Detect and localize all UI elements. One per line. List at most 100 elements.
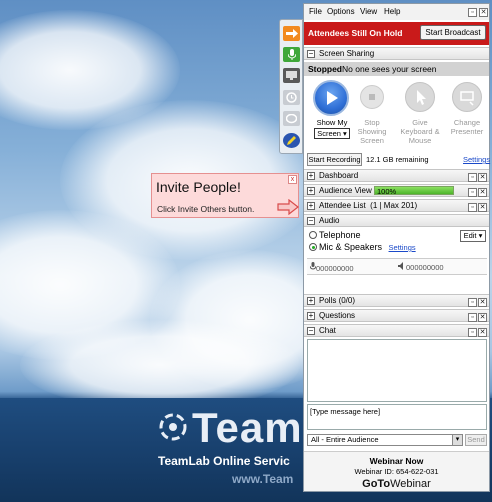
panel-footer: Webinar Now Webinar ID: 654-622-031 GoTo…	[304, 451, 489, 491]
microphone-button[interactable]	[283, 47, 300, 62]
webinar-name: Webinar Now	[369, 456, 424, 466]
menu-bar: File Options View Help ▫ ✕	[304, 4, 489, 20]
questions-header[interactable]: + Questions ▫ ✕	[304, 309, 489, 322]
expand-icon[interactable]: +	[307, 312, 315, 320]
expand-icon[interactable]: +	[307, 187, 315, 195]
popout-icon[interactable]: ▫	[468, 173, 477, 182]
attendee-list-title: Attendee List (1 | Max 201)	[319, 201, 417, 210]
screen-select[interactable]: Screen ▾	[314, 128, 350, 139]
expand-icon[interactable]: +	[307, 172, 315, 180]
close-icon[interactable]: ✕	[479, 8, 488, 17]
audio-header[interactable]: − Audio	[304, 214, 489, 227]
recording-settings-link[interactable]: Settings	[463, 155, 490, 164]
dashboard-header[interactable]: + Dashboard ▫ ✕	[304, 169, 489, 182]
expand-icon[interactable]: +	[307, 202, 315, 210]
invite-popup-close-button[interactable]: x	[288, 175, 297, 184]
polls-header[interactable]: + Polls (0/0) ▫ ✕	[304, 294, 489, 307]
screen-share-detail: No one sees your screen	[342, 64, 437, 74]
speech-bubble-icon	[286, 113, 297, 123]
arrow-right-icon	[285, 29, 298, 38]
close-icon[interactable]: ✕	[478, 298, 487, 307]
popout-icon[interactable]: ▫	[468, 188, 477, 197]
menu-view[interactable]: View	[360, 7, 377, 16]
speaker-icon	[398, 262, 403, 270]
chat-bubble-button[interactable]	[283, 111, 300, 126]
chat-header[interactable]: − Chat ▫ ✕	[304, 324, 489, 337]
popout-icon[interactable]: ▫	[468, 313, 477, 322]
stop-showing-label: Stop Showing Screen	[357, 118, 387, 145]
collapse-arrow-button[interactable]	[283, 26, 300, 41]
stop-icon	[369, 94, 375, 100]
control-toolbar	[279, 19, 303, 154]
collapse-icon[interactable]: −	[307, 50, 315, 58]
telephone-label: Telephone	[319, 230, 361, 240]
start-broadcast-button[interactable]: Start Broadcast	[420, 25, 486, 40]
webinar-id: Webinar ID: 654-622-031	[354, 467, 439, 476]
clock-icon	[286, 92, 297, 103]
menu-file[interactable]: File	[309, 7, 322, 16]
popout-icon[interactable]: ▫	[468, 203, 477, 212]
radio-mic-speakers[interactable]	[309, 243, 317, 251]
start-recording-button[interactable]: Start Recording	[307, 153, 362, 166]
mic-level: 000000000	[309, 262, 354, 273]
invite-popup-title: Invite People!	[156, 179, 241, 195]
play-icon	[327, 91, 338, 105]
speaker-level-value: 000000000	[406, 263, 444, 272]
collapse-icon[interactable]: −	[307, 217, 315, 225]
questions-title: Questions	[319, 311, 356, 320]
show-my-screen-button[interactable]	[313, 80, 349, 116]
telephone-option[interactable]: Telephone	[309, 230, 361, 240]
chat-audience-select[interactable]: All - Entire Audience ▾	[307, 434, 463, 446]
on-hold-banner: Attendees Still On Hold Start Broadcast	[304, 22, 489, 45]
mic-speakers-label: Mic & Speakers	[319, 242, 383, 252]
screen-button[interactable]	[283, 68, 300, 83]
expand-icon[interactable]: +	[307, 297, 315, 305]
teamlab-logo-icon	[159, 413, 187, 441]
attendee-count: (1 | Max 201)	[370, 201, 418, 210]
chat-message-input[interactable]: [Type message here]	[307, 404, 487, 430]
draw-button[interactable]	[283, 133, 300, 148]
screen-select-value: Screen	[317, 129, 341, 138]
close-icon[interactable]: ✕	[478, 173, 487, 182]
audio-title: Audio	[319, 216, 340, 225]
clock-button[interactable]	[283, 90, 300, 105]
presenter-icon	[460, 91, 474, 106]
show-my-label: Show My	[316, 118, 348, 127]
give-keyboard-label: Give Keyboard & Mouse	[400, 118, 440, 145]
wallpaper-logo-text: Team	[192, 404, 303, 451]
stop-showing-button[interactable]	[360, 85, 384, 109]
popout-icon[interactable]: ▫	[468, 8, 477, 17]
wallpaper-subtitle: TeamLab Online Servic	[158, 454, 290, 468]
chat-title: Chat	[319, 326, 336, 335]
popout-icon[interactable]: ▫	[468, 298, 477, 307]
close-icon[interactable]: ✕	[478, 328, 487, 337]
give-keyboard-button[interactable]	[405, 82, 435, 112]
audio-settings-link[interactable]: Settings	[389, 243, 416, 252]
chat-log[interactable]	[307, 339, 487, 402]
attendee-list-label: Attendee List	[319, 201, 366, 210]
send-button[interactable]: Send	[465, 434, 487, 446]
close-icon[interactable]: ✕	[478, 313, 487, 322]
close-icon[interactable]: ✕	[478, 188, 487, 197]
mic-speakers-option[interactable]: Mic & Speakers Settings	[309, 242, 416, 252]
popout-icon[interactable]: ▫	[468, 328, 477, 337]
invite-popup-message: Click Invite Others button.	[157, 204, 255, 214]
speaker-level: 000000000	[398, 262, 444, 272]
menu-help[interactable]: Help	[384, 7, 400, 16]
change-presenter-button[interactable]	[452, 82, 482, 112]
attendee-list-header[interactable]: + Attendee List (1 | Max 201) ▫ ✕	[304, 199, 489, 212]
collapse-icon[interactable]: −	[307, 327, 315, 335]
screen-sharing-header[interactable]: − Screen Sharing	[304, 47, 489, 60]
on-hold-status: Attendees Still On Hold	[308, 28, 403, 38]
edit-audio-button[interactable]: Edit ▾	[460, 230, 486, 242]
radio-telephone[interactable]	[309, 231, 317, 239]
audience-view-meter: 100%	[374, 186, 454, 196]
brand-bold: GoTo	[362, 478, 391, 490]
chevron-down-icon[interactable]: ▾	[452, 435, 462, 445]
wallpaper-url: www.Team	[232, 472, 294, 486]
menu-options[interactable]: Options	[327, 7, 355, 16]
show-my-screen-label: Show My Screen ▾	[309, 118, 355, 139]
close-icon[interactable]: ✕	[478, 203, 487, 212]
monitor-icon	[286, 71, 297, 80]
dashboard-title: Dashboard	[319, 171, 359, 180]
